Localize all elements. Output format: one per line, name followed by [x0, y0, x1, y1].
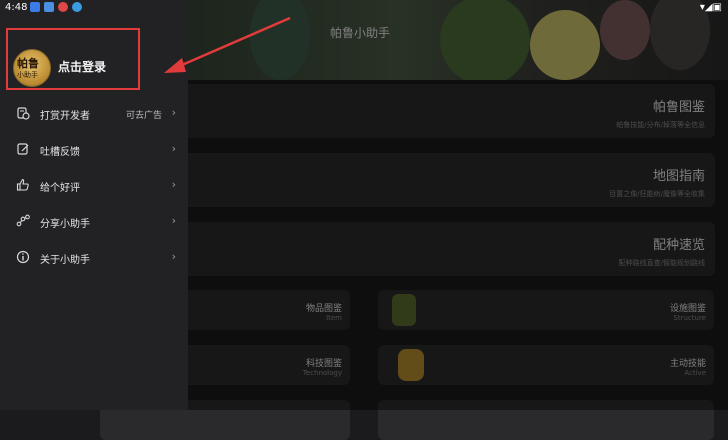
status-bar: 4:48 ▾◢▣: [0, 0, 728, 16]
system-status-icons: ▾◢▣: [699, 2, 722, 13]
download-icon: [72, 2, 82, 12]
app-notification-icon: [58, 2, 68, 12]
app-notification-icon: [44, 2, 54, 12]
annotation-arrow: [164, 16, 291, 73]
app-notification-icon: [30, 2, 40, 12]
status-time: 4:48: [5, 2, 28, 13]
